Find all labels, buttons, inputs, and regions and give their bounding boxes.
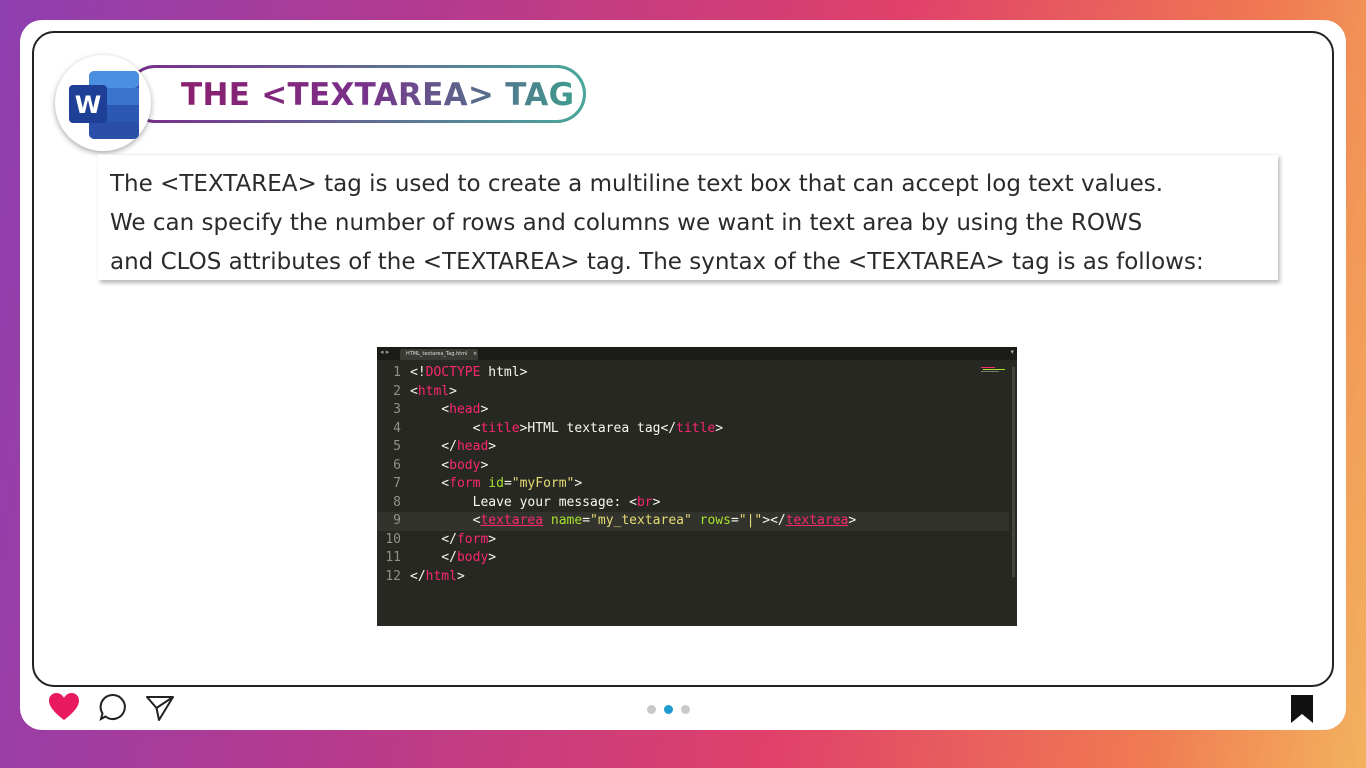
title-banner: THE <TEXTAREA> TAG — [126, 65, 586, 123]
page-dot-active[interactable] — [664, 705, 673, 714]
logo-letter: W — [75, 91, 101, 119]
code-editor-screenshot: ◂ ▸ HTML_textarea_Tag.html × ▾ 1 <!DOCTYP… — [377, 347, 1017, 626]
line-number: 8 — [393, 494, 401, 510]
slide-frame: THE <TEXTAREA> TAG W The <TEXTAREA> tag … — [32, 31, 1334, 687]
comment-icon[interactable] — [99, 693, 127, 721]
code-line: 1 <!DOCTYPE html> — [377, 364, 1009, 383]
editor-scrollbar[interactable] — [1012, 367, 1015, 577]
bookmark-icon[interactable] — [1290, 694, 1314, 724]
code-line: 8 Leave your message: <br> — [377, 494, 1009, 513]
slide-title: THE <TEXTAREA> TAG — [181, 77, 575, 113]
description-text: The <TEXTAREA> tag is used to create a m… — [110, 165, 1270, 282]
page-indicator — [647, 705, 690, 714]
line-number: 7 — [393, 476, 401, 491]
tab-nav-arrows-icon[interactable]: ◂ ▸ — [380, 348, 389, 356]
description-line: We can specify the number of rows and co… — [110, 210, 1143, 236]
tab-close-icon[interactable]: × — [473, 351, 477, 357]
page-dot[interactable] — [681, 705, 690, 714]
heart-icon[interactable] — [48, 692, 80, 722]
line-number: 11 — [385, 550, 401, 565]
code-line-current: 9 <textarea name="my_textarea" rows="|">… — [377, 512, 1009, 531]
editor-tabbar: ◂ ▸ HTML_textarea_Tag.html × ▾ — [377, 347, 1017, 360]
code-area[interactable]: 1 <!DOCTYPE html> 2 <html> 3 <head> 4 <tit… — [377, 364, 1009, 586]
editor-tab-label: HTML_textarea_Tag.html — [406, 351, 468, 357]
line-number: 9 — [393, 513, 401, 528]
line-number: 10 — [385, 531, 401, 547]
editor-tab[interactable]: HTML_textarea_Tag.html × — [400, 349, 478, 360]
slide-card: THE <TEXTAREA> TAG W The <TEXTAREA> tag … — [20, 20, 1346, 730]
word-logo: W — [55, 55, 151, 151]
code-line: 3 <head> — [377, 401, 1009, 420]
minimap[interactable] — [981, 366, 1009, 374]
code-line: 11 </body> — [377, 549, 1009, 568]
description-line: and CLOS attributes of the <TEXTAREA> ta… — [110, 249, 1204, 275]
description-line: The <TEXTAREA> tag is used to create a m… — [110, 171, 1164, 197]
send-icon[interactable] — [145, 694, 175, 722]
line-number: 12 — [385, 568, 401, 584]
line-number: 6 — [393, 457, 401, 473]
line-number: 5 — [393, 439, 401, 454]
code-line: 5 </head> — [377, 438, 1009, 457]
code-line: 12 </html> — [377, 568, 1009, 587]
line-number: 1 — [393, 365, 401, 380]
line-number: 3 — [393, 402, 401, 417]
tab-menu-icon[interactable]: ▾ — [1010, 348, 1014, 356]
code-line: 7 <form id="myForm"> — [377, 475, 1009, 494]
page-dot[interactable] — [647, 705, 656, 714]
line-number: 2 — [393, 383, 401, 399]
code-line: 6 <body> — [377, 457, 1009, 476]
line-number: 4 — [393, 420, 401, 436]
word-icon: W — [69, 71, 139, 139]
description-box: The <TEXTAREA> tag is used to create a m… — [98, 154, 1278, 280]
code-line: 2 <html> — [377, 383, 1009, 402]
code-line: 10 </form> — [377, 531, 1009, 550]
code-line: 4 <title>HTML textarea tag</title> — [377, 420, 1009, 439]
